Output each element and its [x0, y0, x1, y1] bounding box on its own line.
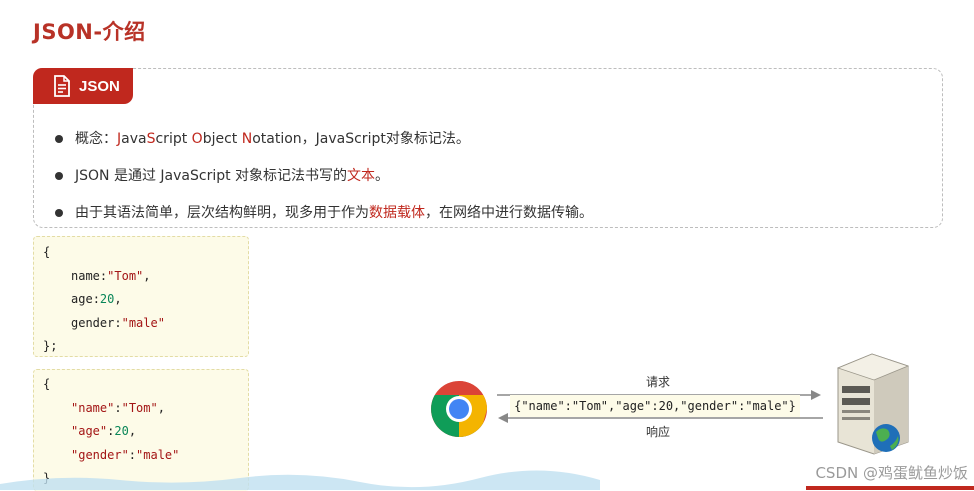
bullet-item: JSON 是通过 JavaScript 对象标记法书写的文本。 [55, 166, 593, 203]
bullet-list: 概念：JavaScript Object Notation，JavaScript… [55, 129, 593, 240]
document-icon [54, 75, 70, 97]
code-line-name: name:"Tom", [71, 269, 151, 283]
code-line-gender: "gender":"male" [71, 448, 180, 462]
bullet-text: ava [121, 131, 147, 147]
bullet-text: N [241, 131, 253, 147]
section-tag: JSON [33, 68, 133, 104]
decorative-wave [0, 470, 600, 490]
code-open-brace: { [43, 377, 51, 391]
section-tag-label: JSON [79, 77, 120, 95]
bullet-text: 数据载体 [369, 205, 425, 221]
bullet-text: cript [155, 131, 192, 147]
response-label: 响应 [646, 425, 671, 439]
json-payload: {"name":"Tom","age":20,"gender":"male"} [510, 395, 800, 417]
bullet-text: ，在网络中进行数据传输。 [425, 205, 593, 221]
bullet-dot [55, 209, 63, 217]
bullet-text: 由于其语法简单，层次结构鲜明，现多用于作为 [75, 205, 369, 221]
code-line-age: "age":20, [71, 424, 137, 438]
server-icon [836, 353, 910, 455]
bullet-text: 。 [375, 168, 390, 184]
bullet-item: 概念：JavaScript Object Notation，JavaScript… [55, 129, 593, 166]
bullet-text: JSON 是通过 JavaScript 对象标记法书写的 [75, 168, 348, 184]
code-close-brace: }; [43, 339, 58, 353]
bullet-item: 由于其语法简单，层次结构鲜明，现多用于作为数据载体，在网络中进行数据传输。 [55, 203, 593, 240]
code-line-age: age:20, [71, 292, 122, 306]
bullet-text: 文本 [347, 168, 376, 184]
chrome-browser-icon [431, 381, 487, 437]
page-title: JSON-介绍 [33, 20, 146, 44]
accent-bar [806, 486, 974, 490]
bullet-dot [55, 172, 63, 180]
bullet-dot [55, 135, 63, 143]
code-open-brace: { [43, 245, 51, 259]
bullet-text: O [191, 131, 203, 147]
request-label: 请求 [646, 375, 671, 389]
bullet-text: otation，JavaScript对象标记法。 [252, 131, 470, 147]
bullet-text: 概念： [75, 131, 117, 147]
watermark: CSDN @鸡蛋鱿鱼炒饭 [815, 464, 968, 482]
code-line-gender: gender:"male" [71, 316, 165, 330]
bullet-text: bject [202, 131, 242, 147]
code-line-name: "name":"Tom", [71, 401, 165, 415]
js-object-code-block: { name:"Tom", age:20, gender:"male" }; [33, 236, 249, 357]
